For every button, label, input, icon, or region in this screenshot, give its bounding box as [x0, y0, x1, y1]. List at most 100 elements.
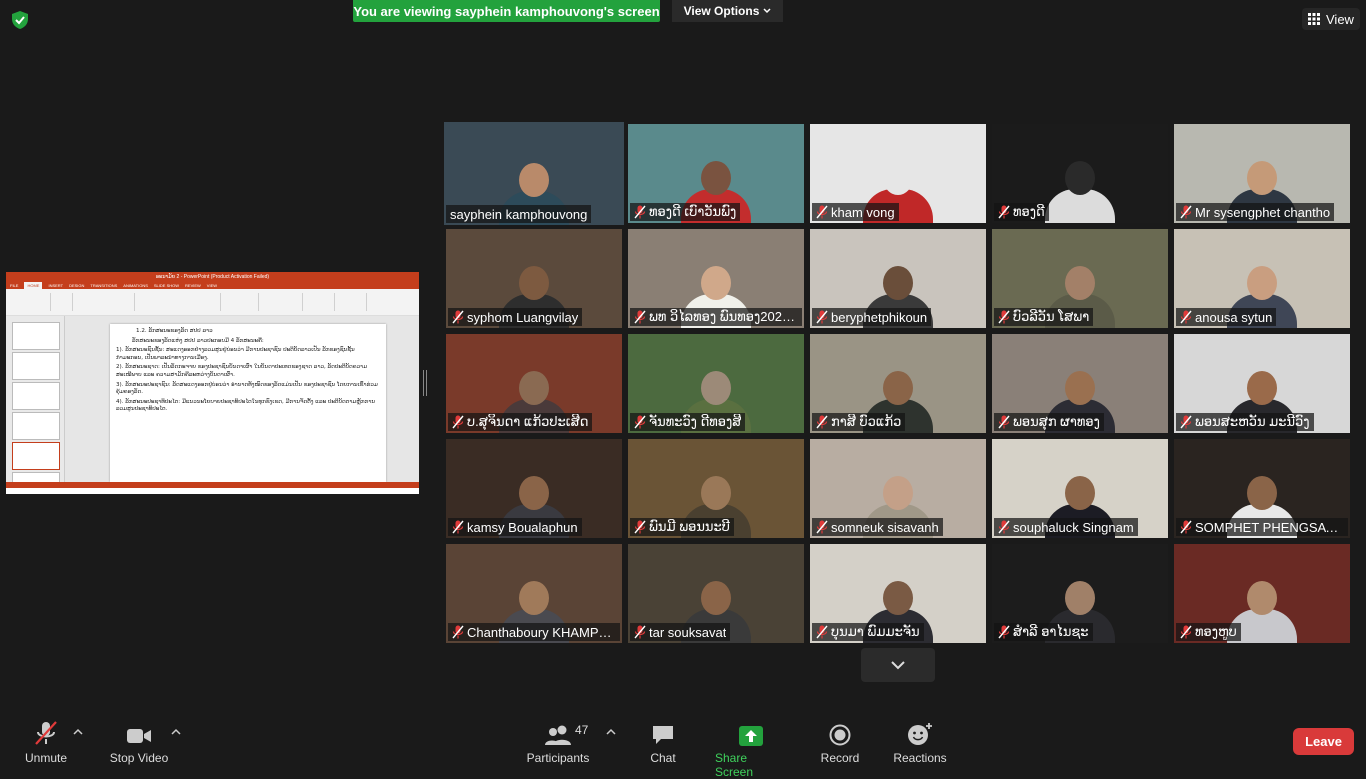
participant-video-tile[interactable]: Chanthaboury KHAMPH...: [446, 544, 622, 643]
participant-name: beryphetphikoun: [831, 309, 928, 325]
reactions-smiley-icon: [908, 723, 932, 745]
participant-nameplate: SOMPHET PHENGSAVA...: [1176, 518, 1348, 536]
participant-nameplate: souphaluck Singnam: [994, 518, 1138, 536]
chat-button[interactable]: Chat: [645, 720, 681, 765]
participant-video-tile[interactable]: beryphetphikoun: [810, 229, 986, 328]
slide-thumbnail: [12, 412, 60, 440]
participant-video-tile[interactable]: ພົນມີ ພອນນະບີ: [628, 439, 804, 538]
participant-nameplate: beryphetphikoun: [812, 308, 932, 326]
ribbon-tab: INSERT: [48, 283, 64, 288]
stop-video-button[interactable]: Stop Video: [108, 720, 170, 765]
microphone-muted-icon: [998, 520, 1010, 534]
participant-name: ທອງດີ ເບົາວັນພົງ: [649, 204, 737, 219]
participant-video-tile[interactable]: kham vong: [810, 124, 986, 223]
participant-video-tile[interactable]: ທອງດີ: [992, 124, 1168, 223]
participant-video-tile[interactable]: ທອງດີ ເບົາວັນພົງ: [628, 124, 804, 223]
participant-name: ກາສີ ບົວແກ້ວ: [831, 414, 902, 429]
participant-video-tile[interactable]: souphaluck Singnam: [992, 439, 1168, 538]
reactions-button[interactable]: Reactions: [893, 720, 947, 765]
participant-video-tile[interactable]: ທອງຫູບ: [1174, 544, 1350, 643]
view-options-button[interactable]: View Options: [672, 0, 783, 22]
video-camera-icon: [127, 729, 151, 743]
participant-video-tile[interactable]: ພອນສະຫວັນ ມະນີວົງ: [1174, 334, 1350, 433]
participant-video-tile[interactable]: tar souksavat: [628, 544, 804, 643]
microphone-muted-icon: [816, 625, 828, 639]
view-options-label: View Options: [683, 4, 760, 18]
participant-name: sayphein kamphouvong: [450, 206, 588, 222]
participant-name: ບຸນມາ ພົມມະຈັນ: [831, 624, 920, 639]
microphone-muted-icon: [998, 415, 1010, 429]
audio-options-caret-icon[interactable]: [73, 728, 83, 736]
participant-name: souphaluck Singnam: [1013, 519, 1134, 535]
participant-video-tile[interactable]: ຈັນທະວົງ ດີທອງສີ: [628, 334, 804, 433]
chevron-down-icon: [891, 661, 905, 670]
participant-nameplate: ກາສີ ບົວແກ້ວ: [812, 413, 906, 431]
participant-video-tile[interactable]: ບຸນມາ ພົມມະຈັນ: [810, 544, 986, 643]
participant-name: tar souksavat: [649, 624, 727, 640]
gallery-next-page-button[interactable]: [861, 648, 935, 682]
participant-video-tile[interactable]: ພອນສຸກ ຜາທອງ: [992, 334, 1168, 433]
participant-name: ພອນສະຫວັນ ມະນີວົງ: [1195, 414, 1310, 429]
participant-name: kham vong: [831, 204, 895, 220]
app-title: ອະນາມັຍ 2 - PowerPoint (Product Activati…: [155, 274, 270, 280]
ribbon-tab: HOME: [24, 282, 43, 289]
leave-meeting-button[interactable]: Leave: [1293, 728, 1354, 755]
participant-figure: [1045, 161, 1115, 223]
participant-nameplate: ບຸນມາ ພົມມະຈັນ: [812, 623, 924, 641]
unmute-button[interactable]: Unmute: [24, 720, 68, 765]
participants-options-caret-icon[interactable]: [606, 728, 616, 736]
banner-text: You are viewing sayphein kamphouvong's s…: [353, 3, 660, 19]
participant-video-tile[interactable]: anousa sytun: [1174, 229, 1350, 328]
security-shield-icon[interactable]: [10, 10, 30, 30]
participant-video-tile[interactable]: sayphein kamphouvong: [444, 122, 624, 225]
leave-label: Leave: [1305, 734, 1342, 749]
participants-count: 47: [575, 723, 589, 737]
microphone-muted-icon: [998, 625, 1010, 639]
chat-label: Chat: [650, 751, 676, 765]
participant-video-tile[interactable]: SOMPHET PHENGSAVA...: [1174, 439, 1350, 538]
participant-nameplate: ພົນມີ ພອນນະບີ: [630, 518, 734, 536]
slide-line: 1). ລັກສະນະຊົນຊັ້ນ: ສະແດງອອກຢ່າງລວມສູນຢູ…: [116, 347, 355, 361]
participant-nameplate: syphom Luangvilay: [448, 308, 583, 326]
microphone-muted-icon: [452, 415, 464, 429]
participant-video-tile[interactable]: ກາສີ ບົວແກ້ວ: [810, 334, 986, 433]
microphone-muted-icon: [1180, 415, 1192, 429]
view-button[interactable]: View: [1302, 8, 1360, 30]
participant-video-tile[interactable]: syphom Luangvilay: [446, 229, 622, 328]
record-icon: [829, 724, 851, 746]
video-options-caret-icon[interactable]: [171, 728, 181, 736]
slide-line: ລັກສະນະຂອງລັດແຫ່ງ ສປປ ລາວປະກອບມີ 4 ລັກສະ…: [132, 337, 264, 344]
participant-video-tile[interactable]: Mr sysengphet chantho: [1174, 124, 1350, 223]
ribbon-tab: FILE: [10, 283, 19, 288]
microphone-muted-icon: [634, 205, 646, 219]
reactions-label: Reactions: [893, 751, 947, 765]
participant-nameplate: kham vong: [812, 203, 899, 221]
participant-video-tile[interactable]: kamsy Boualaphun: [446, 439, 622, 538]
microphone-muted-icon: [816, 415, 828, 429]
microphone-muted-icon: [634, 625, 646, 639]
record-button[interactable]: Record: [818, 720, 862, 765]
participant-video-tile[interactable]: ບ.ສຸຈິນດາ ແກ້ວປະເສີດ: [446, 334, 622, 433]
participant-video-tile[interactable]: ສຳລີ ອາໄນຊະ: [992, 544, 1168, 643]
shared-screen[interactable]: ອະນາມັຍ 2 - PowerPoint (Product Activati…: [6, 272, 419, 494]
share-screen-button[interactable]: Share Screen: [715, 720, 787, 779]
participant-video-tile[interactable]: somneuk sisavanh: [810, 439, 986, 538]
split-resize-handle[interactable]: [423, 370, 427, 396]
slide-canvas: 1.2. ລັກສະນະຂອງລັດ ສປປ ລາວ ລັກສະນະຂອງລັດ…: [110, 324, 386, 482]
participant-name: ສຳລີ ອາໄນຊະ: [1013, 624, 1089, 639]
participant-nameplate: kamsy Boualaphun: [448, 518, 582, 536]
participant-video-tile[interactable]: ພທ ວິໄລທອງ ພົນທອງ202120...: [628, 229, 804, 328]
slide-thumbnails: [6, 316, 65, 488]
participant-name: anousa sytun: [1195, 309, 1273, 325]
participant-name: ບ.ສຸຈິນດາ ແກ້ວປະເສີດ: [467, 414, 589, 429]
participant-name: SOMPHET PHENGSAVA...: [1195, 519, 1344, 535]
participant-name: ທອງຫູບ: [1195, 624, 1237, 639]
microphone-muted-icon: [998, 310, 1010, 324]
participants-label: Participants: [526, 751, 590, 765]
participant-name: somneuk sisavanh: [831, 519, 939, 535]
stop-video-label: Stop Video: [109, 751, 169, 765]
slide-thumbnail: [12, 382, 60, 410]
participant-video-tile[interactable]: ບົວລີວັນ ໂສພາ: [992, 229, 1168, 328]
microphone-muted-icon: [1180, 310, 1192, 324]
participant-name: ພທ ວິໄລທອງ ພົນທອງ202120...: [649, 309, 798, 324]
